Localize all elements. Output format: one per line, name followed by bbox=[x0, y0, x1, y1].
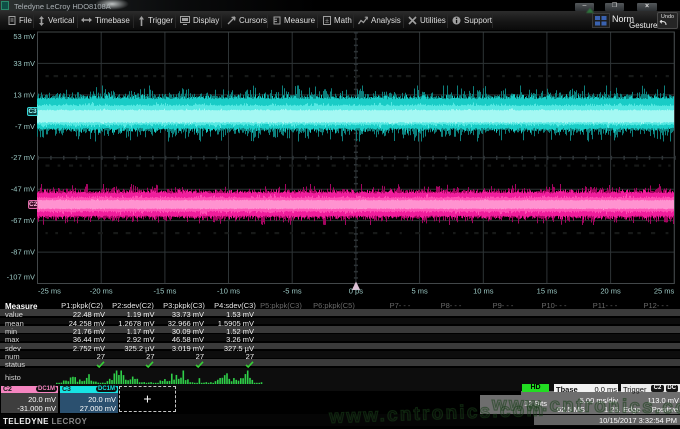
svg-text:-10 ms: -10 ms bbox=[217, 287, 240, 296]
svg-text:20 ms: 20 ms bbox=[600, 287, 621, 296]
svg-text:-27 mV: -27 mV bbox=[11, 153, 35, 162]
svg-text:-67 mV: -67 mV bbox=[11, 216, 35, 225]
svg-text:-7 mV: -7 mV bbox=[15, 122, 35, 131]
svg-text:-15 ms: -15 ms bbox=[153, 287, 176, 296]
svg-text:13 mV: 13 mV bbox=[13, 90, 35, 99]
svg-text:-20 ms: -20 ms bbox=[90, 287, 113, 296]
svg-text:-47 mV: -47 mV bbox=[11, 185, 35, 194]
svg-text:15 ms: 15 ms bbox=[537, 287, 558, 296]
svg-text:53 mV: 53 mV bbox=[13, 32, 35, 41]
svg-text:-25 ms: -25 ms bbox=[38, 287, 61, 296]
svg-text:±: ± bbox=[325, 18, 329, 25]
svg-text:-5 ms: -5 ms bbox=[283, 287, 302, 296]
svg-text:25 ms: 25 ms bbox=[654, 287, 675, 296]
svg-text:5 ms: 5 ms bbox=[411, 287, 428, 296]
svg-text:-107 mV: -107 mV bbox=[7, 273, 35, 282]
svg-text:0 ps: 0 ps bbox=[349, 287, 363, 296]
svg-text:33 mV: 33 mV bbox=[13, 59, 35, 68]
svg-text:-87 mV: -87 mV bbox=[11, 248, 35, 257]
svg-text:10 ms: 10 ms bbox=[473, 287, 494, 296]
